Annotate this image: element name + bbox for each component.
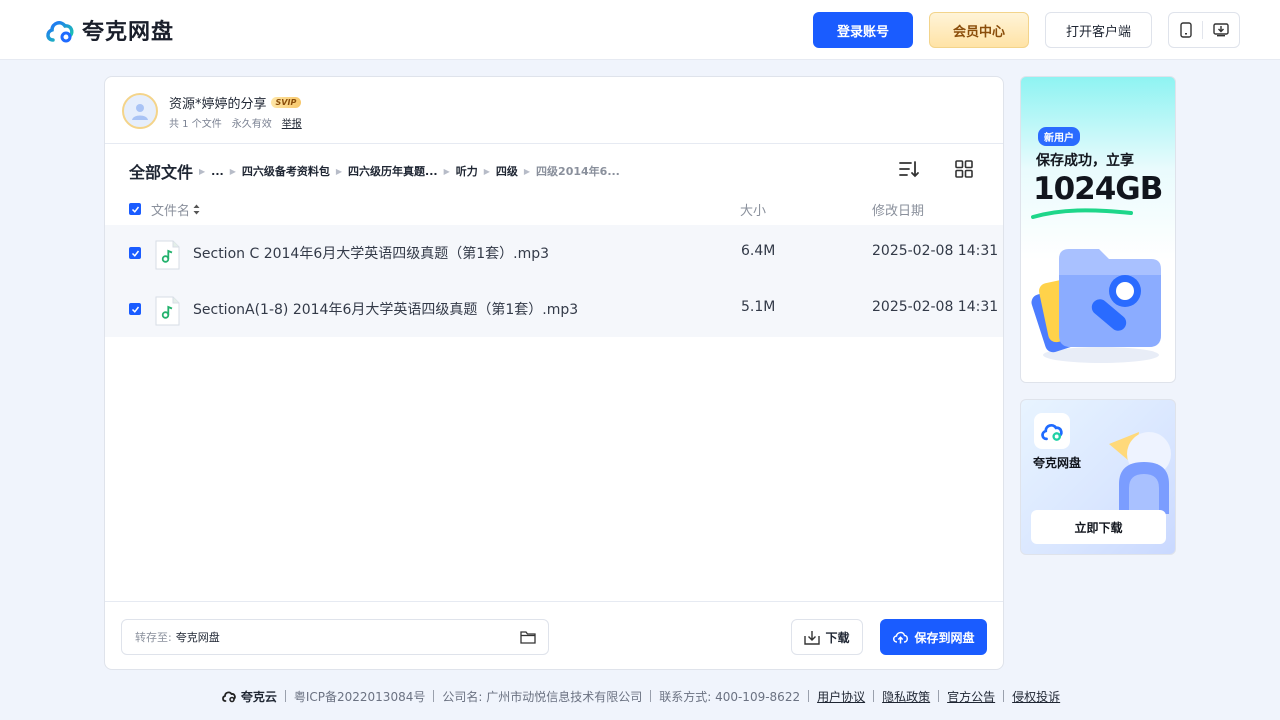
logo[interactable]: 夸克网盘	[44, 14, 174, 46]
cloud-logo-icon	[221, 691, 236, 703]
promo-line: 保存成功，立享	[1036, 153, 1134, 169]
select-all-checkbox[interactable]	[129, 203, 141, 215]
report-link[interactable]: 举报	[282, 115, 302, 130]
promo-tag: 新用户	[1038, 127, 1080, 146]
save-to-label: 转存至:	[135, 631, 172, 644]
file-size: 5.1M	[741, 299, 776, 315]
folder-illustration-icon	[1031, 249, 1161, 363]
footer-link-user-agreement[interactable]: 用户协议	[817, 688, 865, 705]
sort-icon[interactable]	[898, 159, 920, 179]
table-row[interactable]: Section C 2014年6月大学英语四级真题（第1套）.mp3 6.4M …	[105, 225, 1003, 281]
promo-banner[interactable]: 新用户 保存成功，立享 1024GB	[1020, 76, 1176, 383]
share-meta: 共 1 个文件 永久有效 举报	[169, 115, 302, 130]
cloud-logo-icon	[46, 21, 74, 43]
share-owner-title: 资源*婷婷的分享	[169, 97, 267, 112]
save-to-drive-button[interactable]: 保存到网盘	[880, 619, 987, 655]
chevron-right-icon: ▶	[523, 166, 531, 176]
footer-link-complaint[interactable]: 侵权投诉	[1012, 688, 1060, 705]
share-title: 资源*婷婷的分享 SVIP	[169, 93, 302, 112]
footer-brand-name: 夸克云	[240, 689, 277, 704]
app-download-banner[interactable]: 夸克网盘 立即下载	[1020, 399, 1176, 555]
chevron-right-icon: ▶	[443, 166, 450, 176]
breadcrumb-item[interactable]: ...	[211, 165, 224, 178]
breadcrumb-item[interactable]: 四级	[496, 163, 518, 179]
chevron-right-icon: ▶	[335, 166, 343, 176]
row-checkbox[interactable]	[129, 303, 141, 315]
chevron-right-icon: ▶	[483, 166, 490, 176]
footer-company: 公司名: 广州市动悦信息技术有限公司	[442, 689, 643, 704]
device-buttons	[1168, 12, 1240, 48]
save-label: 保存到网盘	[914, 630, 975, 645]
file-name[interactable]: Section C 2014年6月大学英语四级真题（第1套）.mp3	[193, 243, 549, 263]
file-size: 6.4M	[741, 243, 776, 259]
file-count: 共 1 个文件	[169, 119, 222, 130]
download-icon	[804, 630, 821, 645]
sort-arrows-icon	[193, 204, 200, 215]
validity: 永久有效	[231, 119, 272, 130]
vip-center-button[interactable]: 会员中心	[929, 12, 1029, 48]
share-header: 资源*婷婷的分享 SVIP 共 1 个文件 永久有效 举报	[105, 77, 1003, 144]
download-label: 下载	[825, 630, 850, 645]
footer-link-privacy[interactable]: 隐私政策	[882, 688, 930, 705]
footer-icp[interactable]: 粤ICP备2022013084号	[294, 688, 426, 705]
chevron-right-icon: ▶	[229, 166, 236, 176]
promo-storage: 1024GB	[1033, 171, 1163, 207]
footer-contact: 联系方式: 400-109-8622	[659, 689, 801, 704]
table-header: 文件名 大小 修改日期	[105, 197, 1003, 225]
grid-view-icon[interactable]	[954, 159, 974, 179]
action-bar: 转存至: 夸克网盘 下载 保存到网盘	[105, 601, 1003, 669]
promo-underline-icon	[1031, 208, 1133, 219]
chevron-right-icon: ▶	[199, 166, 206, 176]
page-footer: 夸克云 粤ICP备2022013084号 公司名: 广州市动悦信息技术有限公司 …	[0, 686, 1280, 706]
footer-brand: 夸克云	[220, 688, 277, 705]
table-row[interactable]: SectionA(1-8) 2014年6月大学英语四级真题（第1套）.mp3 5…	[105, 281, 1003, 337]
app-name: 夸克网盘	[1033, 456, 1082, 470]
desktop-download-icon[interactable]	[1212, 23, 1229, 37]
cloud-upload-icon	[893, 631, 909, 644]
share-card: 资源*婷婷的分享 SVIP 共 1 个文件 永久有效 举报 全部文件 ▶ ...…	[104, 76, 1004, 670]
app-download-button[interactable]: 立即下载	[1031, 510, 1166, 544]
breadcrumb-item[interactable]: 四六级历年真题...	[348, 163, 438, 179]
save-destination-field[interactable]: 转存至: 夸克网盘	[121, 619, 549, 655]
file-date: 2025-02-08 14:31	[872, 243, 999, 259]
app-logo	[1034, 413, 1070, 449]
cloud-illustration-icon	[1109, 432, 1171, 514]
row-checkbox[interactable]	[129, 247, 141, 259]
footer-link-announcement[interactable]: 官方公告	[947, 688, 995, 705]
file-date: 2025-02-08 14:31	[872, 299, 999, 315]
cloud-logo-icon	[1041, 423, 1063, 441]
audio-file-icon	[155, 296, 180, 326]
breadcrumb-current: 四级2014年6...	[536, 165, 620, 178]
breadcrumb-item[interactable]: 四六级备考资料包	[242, 163, 330, 179]
breadcrumb-item[interactable]: 听力	[456, 163, 478, 179]
open-client-button[interactable]: 打开客户端	[1045, 12, 1152, 48]
column-date-header[interactable]: 修改日期	[872, 200, 924, 219]
save-to-value: 夸克网盘	[175, 631, 220, 644]
column-name-header[interactable]: 文件名	[151, 200, 200, 219]
breadcrumb: 全部文件 ▶ ... ▶ 四六级备考资料包 ▶ 四六级历年真题... ▶ 听力 …	[129, 159, 620, 183]
column-size-header[interactable]: 大小	[740, 200, 766, 219]
breadcrumb-root[interactable]: 全部文件	[129, 159, 193, 183]
user-icon	[132, 104, 148, 120]
mobile-icon[interactable]	[1179, 22, 1192, 38]
audio-file-icon	[155, 240, 180, 270]
login-button[interactable]: 登录账号	[813, 12, 913, 48]
column-name-label: 文件名	[151, 204, 191, 219]
folder-icon[interactable]	[520, 630, 536, 644]
file-name[interactable]: SectionA(1-8) 2014年6月大学英语四级真题（第1套）.mp3	[193, 299, 578, 319]
svip-badge: SVIP	[270, 97, 302, 108]
avatar	[122, 93, 158, 129]
top-header: 夸克网盘 登录账号 会员中心 打开客户端	[0, 0, 1280, 60]
logo-text: 夸克网盘	[82, 20, 175, 45]
download-button[interactable]: 下载	[791, 619, 863, 655]
